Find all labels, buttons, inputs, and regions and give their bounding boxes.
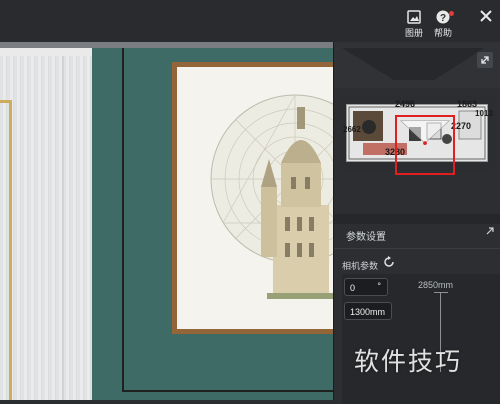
image-icon	[407, 10, 421, 24]
camera-view-box[interactable]	[395, 115, 455, 175]
camera-params-label: 相机参数	[342, 261, 379, 271]
section-divider	[334, 214, 500, 224]
camera-frustum-icon	[400, 120, 450, 145]
3d-render-viewport[interactable]	[0, 42, 333, 400]
minimap-header-shape	[342, 48, 484, 80]
dimension-label: 2662	[343, 125, 361, 134]
degree-unit: °	[377, 281, 381, 291]
angle-input[interactable]: 0 °	[344, 278, 388, 296]
expand-icon[interactable]	[477, 52, 493, 68]
svg-text:?: ?	[440, 13, 446, 24]
reset-icon[interactable]	[382, 255, 396, 269]
notification-dot	[449, 11, 454, 16]
camera-params-panel: 0 ° 1300mm 2850mm	[342, 274, 500, 404]
camera-height-input[interactable]: 1300mm	[344, 302, 392, 320]
angle-value: 0	[350, 283, 356, 293]
params-section-title: 参数设置	[346, 232, 386, 243]
gallery-label: 图册	[404, 28, 423, 38]
watermark: 软件技巧	[354, 347, 463, 376]
minimap-header	[334, 42, 500, 88]
height-guide-line	[434, 292, 448, 293]
close-icon[interactable]	[478, 8, 494, 24]
floor-plan: 2496 1863 1013 2662 2270 3280	[343, 99, 493, 175]
dimension-label: 1863	[457, 99, 478, 109]
help-label: 帮助	[433, 28, 452, 38]
expand-arrow-icon[interactable]	[485, 226, 495, 236]
ceiling-height-label: 2850mm	[418, 280, 454, 290]
camera-height-value: 1300mm	[350, 307, 386, 317]
floor-plan-minimap[interactable]: 2496 1863 1013 2662 2270 3280	[340, 96, 495, 175]
dimension-label: 2496	[395, 99, 416, 109]
top-toolbar: 图册 ? 帮助	[0, 0, 500, 42]
help-icon: ?	[436, 10, 450, 24]
help-button[interactable]: ? 帮助	[426, 10, 460, 39]
dimension-label: 1013	[475, 109, 493, 118]
viewport-overlay	[0, 42, 333, 400]
divider-line	[334, 248, 500, 249]
